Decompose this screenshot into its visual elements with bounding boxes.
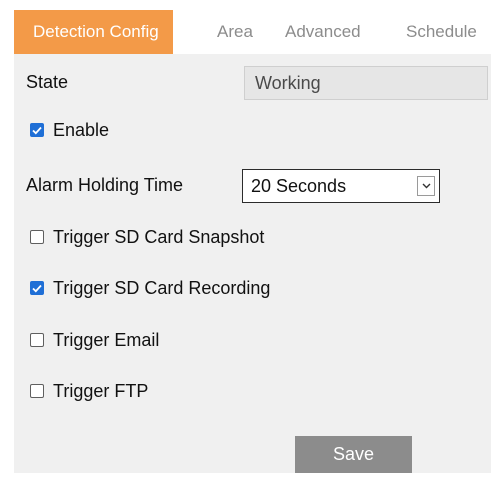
trigger-sd-snapshot-row[interactable]: Trigger SD Card Snapshot bbox=[30, 225, 264, 249]
tab-detection-config[interactable]: Detection Config bbox=[14, 10, 173, 54]
trigger-sd-snapshot-checkbox[interactable] bbox=[30, 230, 44, 244]
alarm-holding-time-value: 20 Seconds bbox=[251, 176, 347, 196]
trigger-ftp-checkbox[interactable] bbox=[30, 384, 44, 398]
trigger-email-row[interactable]: Trigger Email bbox=[30, 328, 159, 352]
trigger-sd-snapshot-label: Trigger SD Card Snapshot bbox=[53, 226, 265, 247]
trigger-email-label: Trigger Email bbox=[53, 329, 160, 350]
trigger-ftp-label: Trigger FTP bbox=[53, 380, 149, 401]
tab-area[interactable]: Area bbox=[217, 10, 253, 54]
tab-advanced[interactable]: Advanced bbox=[285, 10, 361, 54]
checkmark-icon bbox=[32, 126, 42, 134]
dropdown-arrow[interactable] bbox=[417, 176, 435, 196]
enable-checkbox[interactable] bbox=[30, 123, 44, 137]
alarm-holding-time-select[interactable]: 20 Seconds bbox=[242, 169, 440, 203]
save-button[interactable]: Save bbox=[295, 436, 412, 473]
trigger-sd-recording-row[interactable]: Trigger SD Card Recording bbox=[30, 276, 270, 300]
trigger-sd-recording-checkbox[interactable] bbox=[30, 281, 44, 295]
enable-checkbox-row[interactable]: Enable bbox=[30, 118, 109, 142]
trigger-email-checkbox[interactable] bbox=[30, 333, 44, 347]
enable-label: Enable bbox=[53, 119, 110, 140]
tab-bar: Detection Config Area Advanced Schedule bbox=[14, 10, 491, 54]
trigger-sd-recording-label: Trigger SD Card Recording bbox=[53, 277, 271, 298]
state-value-field: Working bbox=[244, 66, 488, 100]
state-label: State bbox=[26, 72, 69, 92]
tab-schedule[interactable]: Schedule bbox=[406, 10, 477, 54]
trigger-ftp-row[interactable]: Trigger FTP bbox=[30, 379, 148, 403]
alarm-holding-time-label: Alarm Holding Time bbox=[26, 175, 184, 195]
checkmark-icon bbox=[32, 284, 42, 292]
settings-panel: Detection Config Area Advanced Schedule … bbox=[14, 10, 491, 473]
chevron-down-icon bbox=[422, 183, 430, 189]
